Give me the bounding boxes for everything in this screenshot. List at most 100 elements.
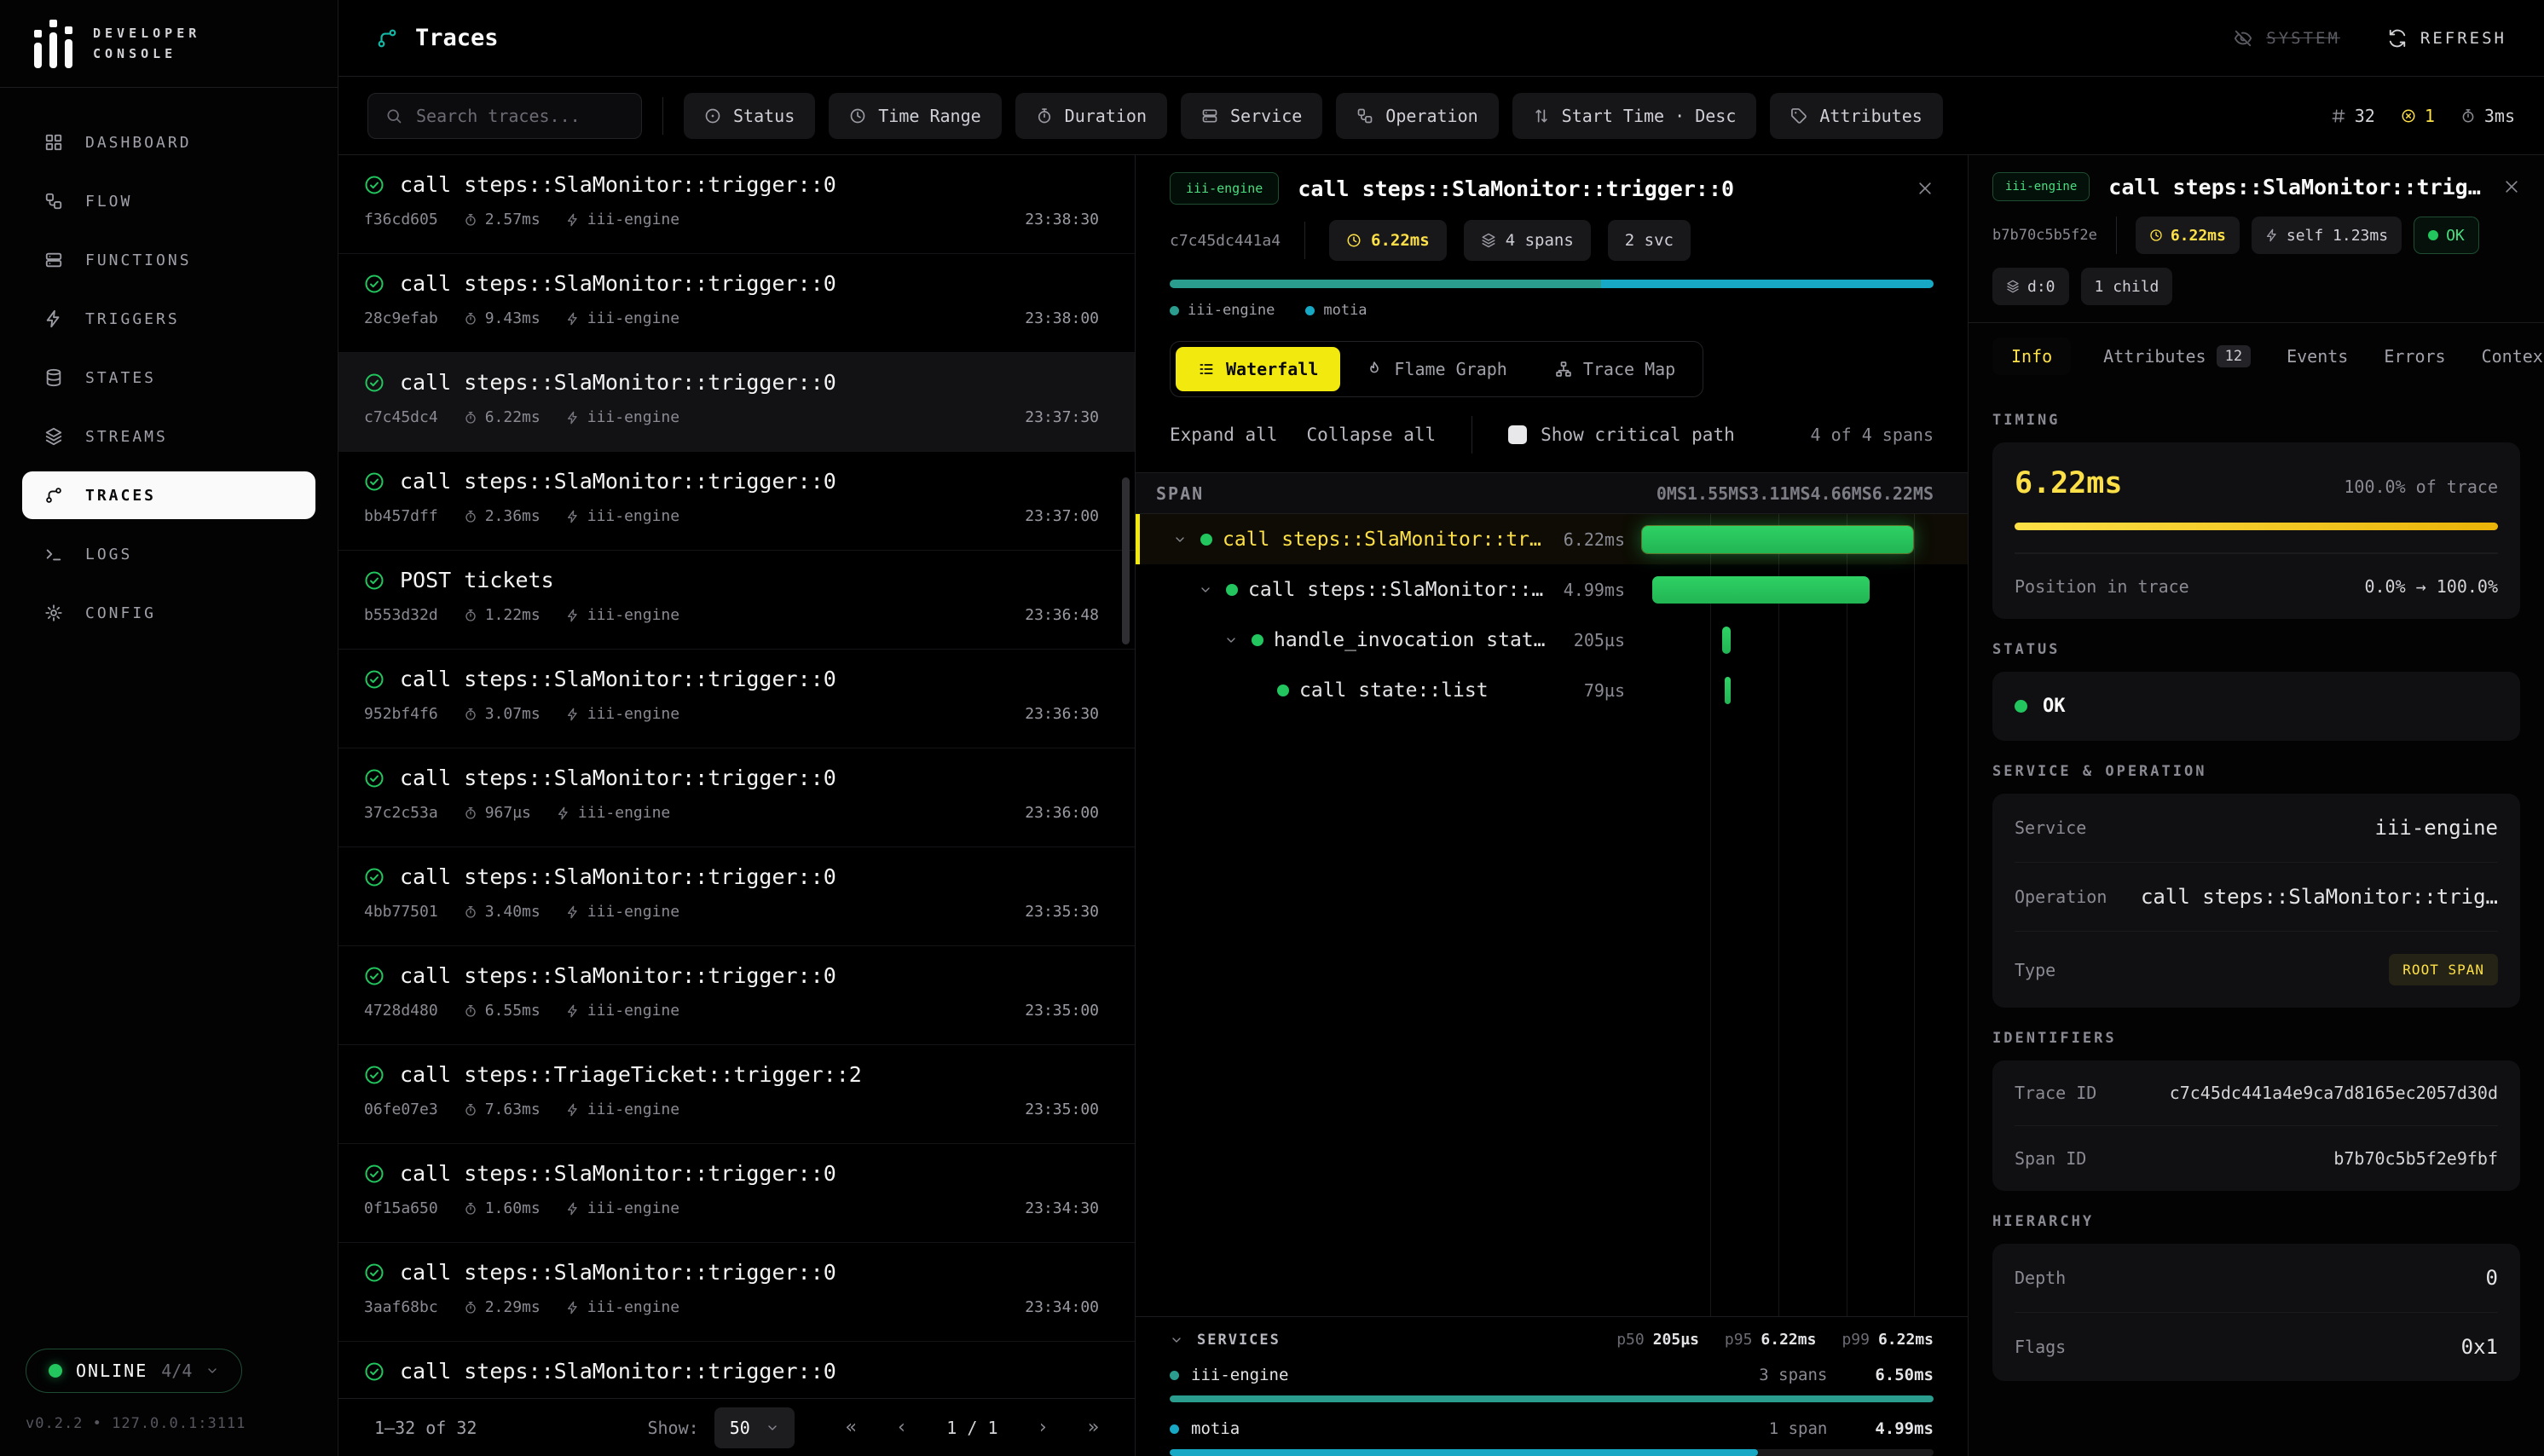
logo: DEVELOPER CONSOLE	[0, 0, 338, 88]
trace-service: iii-engine	[566, 408, 679, 426]
sidebar-item-streams[interactable]: STREAMS	[22, 413, 315, 460]
status-card: OK	[1992, 672, 2520, 741]
span-bar[interactable]	[1722, 627, 1731, 654]
trace-row[interactable]: call steps::SlaMonitor::trigger::0f36cd6…	[338, 155, 1135, 254]
chevron-down-icon	[205, 1364, 219, 1378]
traces-icon	[376, 27, 398, 49]
db-icon	[44, 368, 63, 387]
percentile-value: 205µs	[1653, 1331, 1699, 1349]
filter-time-range[interactable]: Time Range	[829, 93, 1001, 139]
online-label: ONLINE	[76, 1361, 147, 1381]
checkcircle-icon	[364, 966, 384, 986]
filter-start-time-desc[interactable]: Start Time · Desc	[1512, 93, 1757, 139]
span-row[interactable]: call steps::SlaMonitor::…4.99ms	[1136, 564, 1968, 615]
trace-row[interactable]: call steps::SlaMonitor::trigger::0c7c45d…	[338, 353, 1135, 452]
trace-row[interactable]: call steps::SlaMonitor::trigger::03aaf68…	[338, 1243, 1135, 1342]
trace-row[interactable]: call steps::SlaMonitor::trigger::00f15a6…	[338, 1144, 1135, 1243]
collapse-all-button[interactable]: Collapse all	[1306, 425, 1436, 445]
sidebar-item-label: TRACES	[85, 487, 156, 505]
trace-list: call steps::SlaMonitor::trigger::0f36cd6…	[338, 155, 1136, 1456]
sidebar-item-label: STREAMS	[85, 428, 168, 446]
service-legend: iii-enginemotia	[1170, 302, 1934, 319]
content: call steps::SlaMonitor::trigger::0f36cd6…	[338, 155, 2544, 1456]
tab-info[interactable]: Info	[1992, 338, 2071, 375]
trace-id: 4728d480	[364, 1002, 438, 1020]
sidebar-item-traces[interactable]: TRACES	[22, 471, 315, 519]
search-box[interactable]	[367, 93, 642, 139]
span-bar[interactable]	[1642, 526, 1913, 553]
close-span-icon[interactable]	[2503, 178, 2520, 195]
trace-time: 23:36:48	[1025, 606, 1099, 624]
trace-id: 37c2c53a	[364, 804, 438, 822]
connection-status-pill[interactable]: ONLINE 4/4	[26, 1349, 242, 1393]
chevdown-icon[interactable]	[1170, 533, 1190, 546]
span-bar[interactable]	[1652, 576, 1870, 604]
service-duration: 4.99ms	[1875, 1419, 1934, 1438]
main: Traces SYSTEM REFRESH StatusTime RangeDu…	[338, 0, 2544, 1456]
trace-row[interactable]: call steps::SlaMonitor::trigger::0952bf4…	[338, 650, 1135, 748]
span-bar-track	[1642, 615, 1913, 665]
list-scrollbar[interactable]	[1122, 477, 1130, 644]
search-input[interactable]	[416, 106, 624, 126]
tab-trace-map[interactable]: Trace Map	[1533, 347, 1697, 391]
span-bar[interactable]	[1725, 677, 1731, 704]
span-row[interactable]: call steps::SlaMonitor::tr…6.22ms	[1136, 514, 1968, 564]
sidebar-item-functions[interactable]: FUNCTIONS	[22, 236, 315, 284]
sidebar-item-triggers[interactable]: TRIGGERS	[22, 295, 315, 343]
critical-path-checkbox[interactable]	[1508, 425, 1527, 444]
span-row[interactable]: handle_invocation stat…205µs	[1136, 615, 1968, 665]
trace-row[interactable]: POST ticketsb553d32d1.22msiii-engine23:3…	[338, 551, 1135, 650]
tab-waterfall[interactable]: Waterfall	[1176, 347, 1340, 391]
close-trace-icon[interactable]	[1917, 180, 1934, 197]
trace-row[interactable]: call steps::SlaMonitor::trigger::028c9ef…	[338, 254, 1135, 353]
chevdown-icon[interactable]	[1195, 583, 1216, 597]
service-bar	[1170, 1449, 1758, 1456]
trace-row[interactable]: call steps::SlaMonitor::trigger::04bb775…	[338, 847, 1135, 946]
error-count-stat: 1	[2401, 106, 2435, 126]
server-icon	[44, 251, 63, 269]
sidebar-item-flow[interactable]: FLOW	[22, 177, 315, 225]
trace-row[interactable]: call steps::SlaMonitor::trigger::01f18ef…	[338, 1342, 1135, 1398]
trace-name: call steps::SlaMonitor::trigger::0	[400, 963, 836, 988]
sidebar-item-logs[interactable]: LOGS	[22, 530, 315, 578]
next-page-button[interactable]: ›	[1038, 1417, 1049, 1438]
chevdown-icon[interactable]	[1221, 633, 1241, 647]
filter-duration[interactable]: Duration	[1015, 93, 1167, 139]
tab-flame-graph[interactable]: Flame Graph	[1344, 347, 1529, 391]
services-title: SERVICES	[1197, 1332, 1281, 1349]
trace-row[interactable]: call steps::TriageTicket::trigger::206fe…	[338, 1045, 1135, 1144]
sidebar-item-config[interactable]: CONFIG	[22, 589, 315, 637]
checkcircle-icon	[364, 175, 384, 195]
chevron-down-icon[interactable]	[1170, 1333, 1183, 1347]
trace-row[interactable]: call steps::SlaMonitor::trigger::04728d4…	[338, 946, 1135, 1045]
tab-context[interactable]: Context	[2478, 338, 2544, 375]
trace-service: iii-engine	[566, 1101, 679, 1118]
expand-all-button[interactable]: Expand all	[1170, 425, 1277, 445]
service-row-iii-engine: iii-engine3 spans6.50ms	[1170, 1366, 1934, 1402]
sidebar-item-states[interactable]: STATES	[22, 354, 315, 402]
axis-tick: 1.55MS	[1687, 483, 1749, 504]
refresh-button[interactable]: REFRESH	[2388, 29, 2506, 48]
first-page-button[interactable]: «	[846, 1417, 857, 1438]
tab-errors[interactable]: Errors	[2380, 338, 2449, 375]
refresh-icon	[2388, 29, 2407, 48]
tab-attributes[interactable]: Attributes12	[2100, 337, 2254, 376]
filter-status[interactable]: Status	[684, 93, 815, 139]
developer-console-app: DEVELOPER CONSOLE DASHBOARD FLOW FUNCTIONS…	[0, 0, 2544, 1456]
span-row[interactable]: call state::list79µs	[1136, 665, 1968, 715]
prev-page-button[interactable]: ‹	[896, 1417, 907, 1438]
filter-service[interactable]: Service	[1181, 93, 1322, 139]
trace-row[interactable]: call steps::SlaMonitor::trigger::0bb457d…	[338, 452, 1135, 551]
filter-attributes[interactable]: Attributes	[1770, 93, 1942, 139]
tab-events[interactable]: Events	[2283, 338, 2351, 375]
last-page-button[interactable]: »	[1088, 1417, 1099, 1438]
trace-row[interactable]: call steps::SlaMonitor::trigger::037c2c5…	[338, 748, 1135, 847]
filter-operation[interactable]: Operation	[1336, 93, 1498, 139]
page-size-select[interactable]: 50	[714, 1407, 795, 1448]
percentile-label: p99	[1842, 1331, 1870, 1349]
sidebar-item-dashboard[interactable]: DASHBOARD	[22, 118, 315, 166]
sidebar-item-label: TRIGGERS	[85, 310, 180, 328]
flow-icon	[1356, 107, 1373, 124]
system-toggle-button[interactable]: SYSTEM	[2234, 29, 2340, 48]
trace-name: call steps::SlaMonitor::trigger::0	[400, 172, 836, 197]
